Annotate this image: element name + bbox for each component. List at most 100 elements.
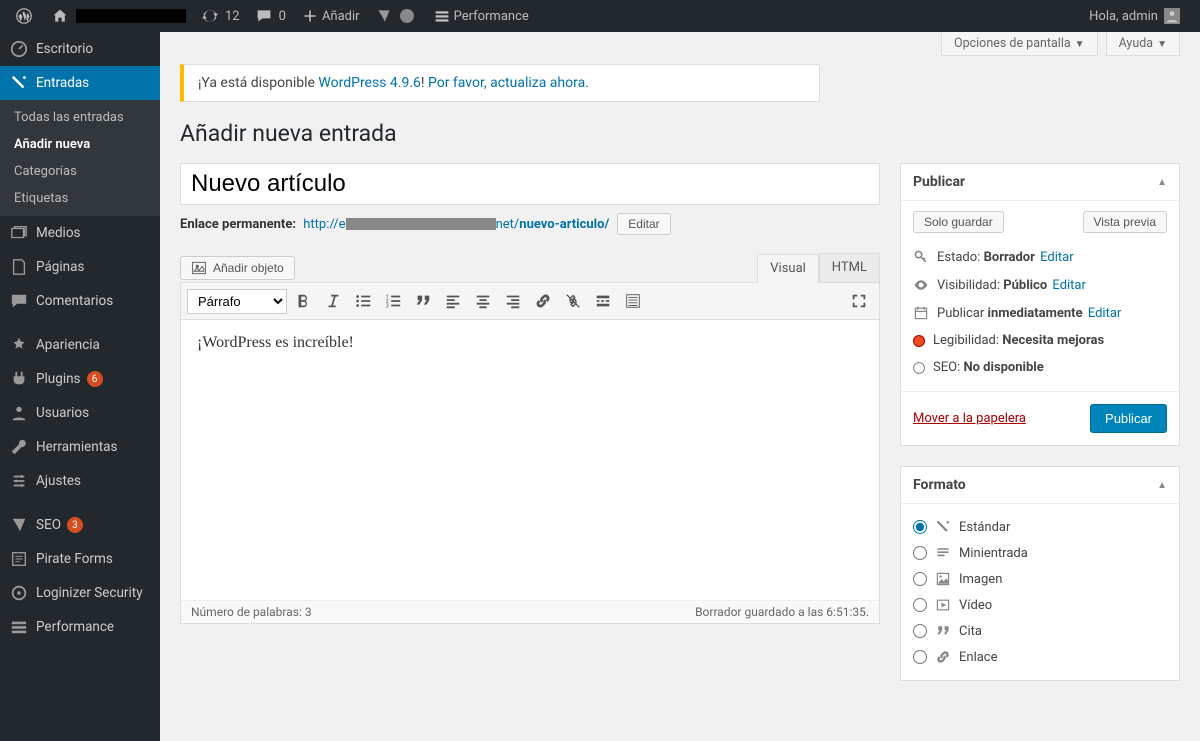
quote-icon[interactable] <box>409 287 437 315</box>
format-select[interactable]: Párrafo <box>187 289 287 314</box>
add-media-button[interactable]: Añadir objeto <box>180 256 295 280</box>
publish-button[interactable]: Publicar <box>1090 404 1167 433</box>
format-icon <box>935 649 951 665</box>
seo-row: SEO: No disponible <box>913 354 1167 381</box>
menu-dashboard[interactable]: Escritorio <box>0 32 160 66</box>
menu-pages[interactable]: Páginas <box>0 250 160 284</box>
permalink-row: Enlace permanente: http://enet/nuevo-art… <box>180 213 880 235</box>
format-radio[interactable] <box>913 650 927 664</box>
edit-status-link[interactable]: Editar <box>1040 250 1074 265</box>
menu-settings[interactable]: Ajustes <box>0 464 160 498</box>
permalink-edit-button[interactable]: Editar <box>617 213 670 235</box>
number-list-icon[interactable]: 123 <box>379 287 407 315</box>
permalink-link[interactable]: http://enet/nuevo-articulo/ <box>303 217 609 232</box>
comments-link[interactable]: 0 <box>248 0 294 32</box>
svg-text:3: 3 <box>386 303 389 309</box>
submenu-all-posts[interactable]: Todas las entradas <box>0 104 160 131</box>
format-option-cita[interactable]: Cita <box>913 618 1167 644</box>
toolbar-toggle-icon[interactable] <box>619 287 647 315</box>
fullscreen-icon[interactable] <box>845 287 873 315</box>
visibility-row: Visibilidad: Público Editar <box>913 271 1167 299</box>
tab-visual[interactable]: Visual <box>757 254 819 283</box>
admin-top-bar: 12 0 Añadir Performance Hola, admin <box>0 0 1200 32</box>
menu-comments[interactable]: Comentarios <box>0 284 160 318</box>
admin-sidebar: Escritorio Entradas Todas las entradas A… <box>0 32 160 741</box>
menu-appearance[interactable]: Apariencia <box>0 328 160 362</box>
format-radio[interactable] <box>913 520 927 534</box>
update-notice: ¡Ya está disponible WordPress 4.9.6! Por… <box>180 64 820 102</box>
readmore-icon[interactable] <box>589 287 617 315</box>
format-icon <box>935 623 951 639</box>
menu-users[interactable]: Usuarios <box>0 396 160 430</box>
publish-box-header[interactable]: Publicar▲ <box>901 164 1179 201</box>
format-option-estándar[interactable]: Estándar <box>913 514 1167 540</box>
menu-posts[interactable]: Entradas <box>0 66 160 100</box>
align-left-icon[interactable] <box>439 287 467 315</box>
format-icon <box>935 597 951 613</box>
align-right-icon[interactable] <box>499 287 527 315</box>
format-option-minientrada[interactable]: Minientrada <box>913 540 1167 566</box>
menu-pirate-forms[interactable]: Pirate Forms <box>0 542 160 576</box>
format-box: Formato▲ EstándarMinientradaImagenVídeoC… <box>900 466 1180 681</box>
align-center-icon[interactable] <box>469 287 497 315</box>
schedule-row: Publicar inmediatamente Editar <box>913 299 1167 327</box>
menu-media[interactable]: Medios <box>0 216 160 250</box>
eye-icon <box>913 277 929 293</box>
save-draft-button[interactable]: Solo guardar <box>913 211 1004 233</box>
submenu-categories[interactable]: Categorías <box>0 158 160 185</box>
add-new-link[interactable]: Añadir <box>294 0 368 32</box>
format-box-header[interactable]: Formato▲ <box>901 467 1179 504</box>
format-radio[interactable] <box>913 598 927 612</box>
format-radio[interactable] <box>913 546 927 560</box>
format-option-imagen[interactable]: Imagen <box>913 566 1167 592</box>
status-row: Estado: Borrador Editar <box>913 243 1167 271</box>
wp-logo[interactable] <box>8 0 44 32</box>
draft-saved-status: Borrador guardado a las 6:51:35. <box>695 605 869 619</box>
tab-html[interactable]: HTML <box>819 253 880 282</box>
editor-content[interactable]: ¡WordPress es increíble! <box>181 320 879 600</box>
readability-row: Legibilidad: Necesita mejoras <box>913 327 1167 354</box>
menu-loginizer[interactable]: Loginizer Security <box>0 576 160 610</box>
yoast-status-dot <box>400 9 414 23</box>
menu-tools[interactable]: Herramientas <box>0 430 160 464</box>
edit-visibility-link[interactable]: Editar <box>1052 278 1086 293</box>
page-title: Añadir nueva entrada <box>180 120 1180 147</box>
submenu-add-new[interactable]: Añadir nueva <box>0 131 160 158</box>
help-button[interactable]: Ayuda▼ <box>1106 32 1180 56</box>
bold-icon[interactable] <box>289 287 317 315</box>
bullet-list-icon[interactable] <box>349 287 377 315</box>
menu-seo[interactable]: SEO3 <box>0 508 160 542</box>
format-option-enlace[interactable]: Enlace <box>913 644 1167 670</box>
main-content: Opciones de pantalla▼ Ayuda▼ ¡Ya está di… <box>160 32 1200 741</box>
yoast-link[interactable] <box>368 0 426 32</box>
menu-plugins[interactable]: Plugins6 <box>0 362 160 396</box>
submenu-tags[interactable]: Etiquetas <box>0 185 160 212</box>
italic-icon[interactable] <box>319 287 347 315</box>
move-to-trash-link[interactable]: Mover a la papelera <box>913 411 1026 426</box>
performance-link[interactable]: Performance <box>426 0 537 32</box>
calendar-icon <box>913 305 929 321</box>
submenu-posts: Todas las entradas Añadir nueva Categorí… <box>0 100 160 216</box>
format-radio[interactable] <box>913 624 927 638</box>
link-icon[interactable] <box>529 287 557 315</box>
word-count: Número de palabras: 3 <box>191 605 312 619</box>
preview-button[interactable]: Vista previa <box>1083 211 1167 233</box>
menu-performance[interactable]: Performance <box>0 610 160 644</box>
user-greeting[interactable]: Hola, admin <box>1081 0 1192 32</box>
format-radio[interactable] <box>913 572 927 586</box>
screen-options-button[interactable]: Opciones de pantalla▼ <box>941 32 1098 56</box>
chevron-up-icon: ▲ <box>1157 177 1167 188</box>
seo-bullet-icon <box>913 362 925 374</box>
updates-link[interactable]: 12 <box>194 0 248 32</box>
format-option-vídeo[interactable]: Vídeo <box>913 592 1167 618</box>
home-icon[interactable] <box>44 0 194 32</box>
wp-version-link[interactable]: WordPress 4.9.6 <box>318 75 420 91</box>
update-now-link[interactable]: Por favor, actualiza ahora <box>428 75 585 91</box>
editor-toolbar: Párrafo 123 <box>181 283 879 320</box>
seo-badge: 3 <box>67 517 83 533</box>
edit-schedule-link[interactable]: Editar <box>1088 306 1122 321</box>
format-icon <box>935 545 951 561</box>
format-icon <box>935 519 951 535</box>
unlink-icon[interactable] <box>559 287 587 315</box>
post-title-input[interactable] <box>180 163 880 205</box>
